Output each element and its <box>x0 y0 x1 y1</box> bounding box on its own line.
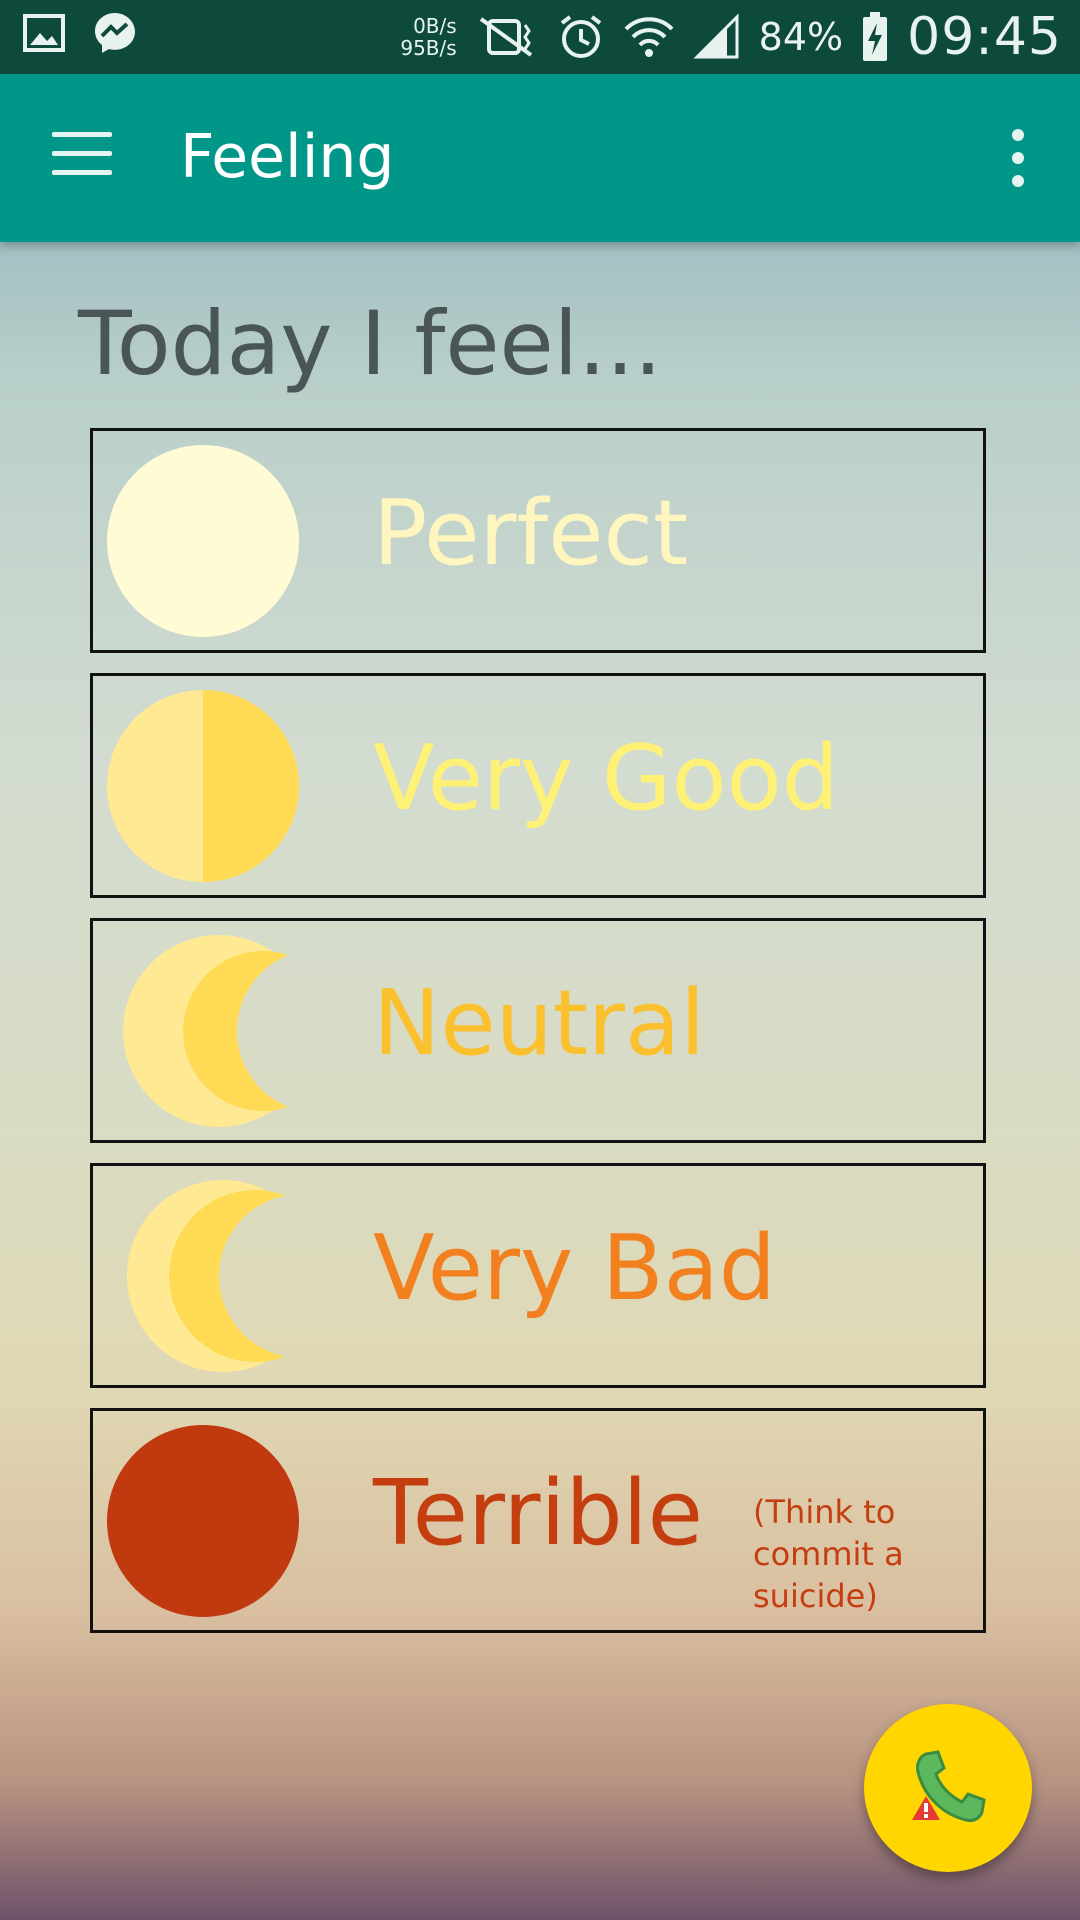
menu-icon-line <box>52 170 112 175</box>
page-heading: Today I feel... <box>78 292 663 395</box>
more-vert-icon <box>1012 129 1024 141</box>
app-bar: Feeling <box>0 74 1080 242</box>
messenger-icon <box>92 10 138 56</box>
gallery-icon <box>22 11 66 55</box>
feeling-label: Neutral <box>373 971 706 1076</box>
status-bar: 0B/s 95B/s 84% 09:45 <box>0 0 1080 74</box>
battery-charging-icon <box>861 11 889 63</box>
feeling-label: Very Good <box>373 726 839 831</box>
more-options-button[interactable] <box>1006 129 1030 189</box>
network-speed: 0B/s 95B/s <box>400 15 456 59</box>
full-moon-icon <box>107 445 299 637</box>
feeling-option-perfect[interactable]: Perfect <box>90 428 986 653</box>
battery-percentage: 84% <box>758 15 844 59</box>
more-vert-dot <box>1012 152 1024 164</box>
feeling-option-neutral[interactable]: Neutral <box>90 918 986 1143</box>
clock: 09:45 <box>907 7 1062 67</box>
alarm-icon <box>557 13 605 61</box>
feeling-label: Perfect <box>373 481 689 586</box>
wifi-icon <box>623 13 675 61</box>
emergency-call-button[interactable] <box>864 1704 1032 1872</box>
feeling-option-very-bad[interactable]: Very Bad <box>90 1163 986 1388</box>
red-moon-icon <box>107 1425 299 1617</box>
menu-button[interactable] <box>52 132 112 180</box>
menu-icon <box>52 132 112 137</box>
feeling-label: Terrible <box>373 1461 703 1566</box>
emergency-call-icon <box>912 1750 986 1822</box>
thin-crescent-moon-icon <box>127 1180 301 1372</box>
feeling-option-very-good[interactable]: Very Good <box>90 673 986 898</box>
menu-icon-line <box>52 151 112 156</box>
signal-icon <box>693 13 741 61</box>
net-up-text: 0B/s <box>413 14 457 38</box>
feeling-note: (Think to commit a suicide) <box>753 1493 904 1615</box>
feeling-option-terrible[interactable]: Terrible (Think to commit a suicide) <box>90 1408 986 1633</box>
more-vert-dot <box>1012 175 1024 187</box>
half-moon-icon <box>107 690 299 882</box>
crescent-moon-icon <box>123 935 301 1127</box>
vibrate-off-icon <box>475 15 539 59</box>
feeling-label: Very Bad <box>373 1216 776 1321</box>
net-down-text: 95B/s <box>400 36 457 60</box>
app-title: Feeling <box>180 122 395 192</box>
